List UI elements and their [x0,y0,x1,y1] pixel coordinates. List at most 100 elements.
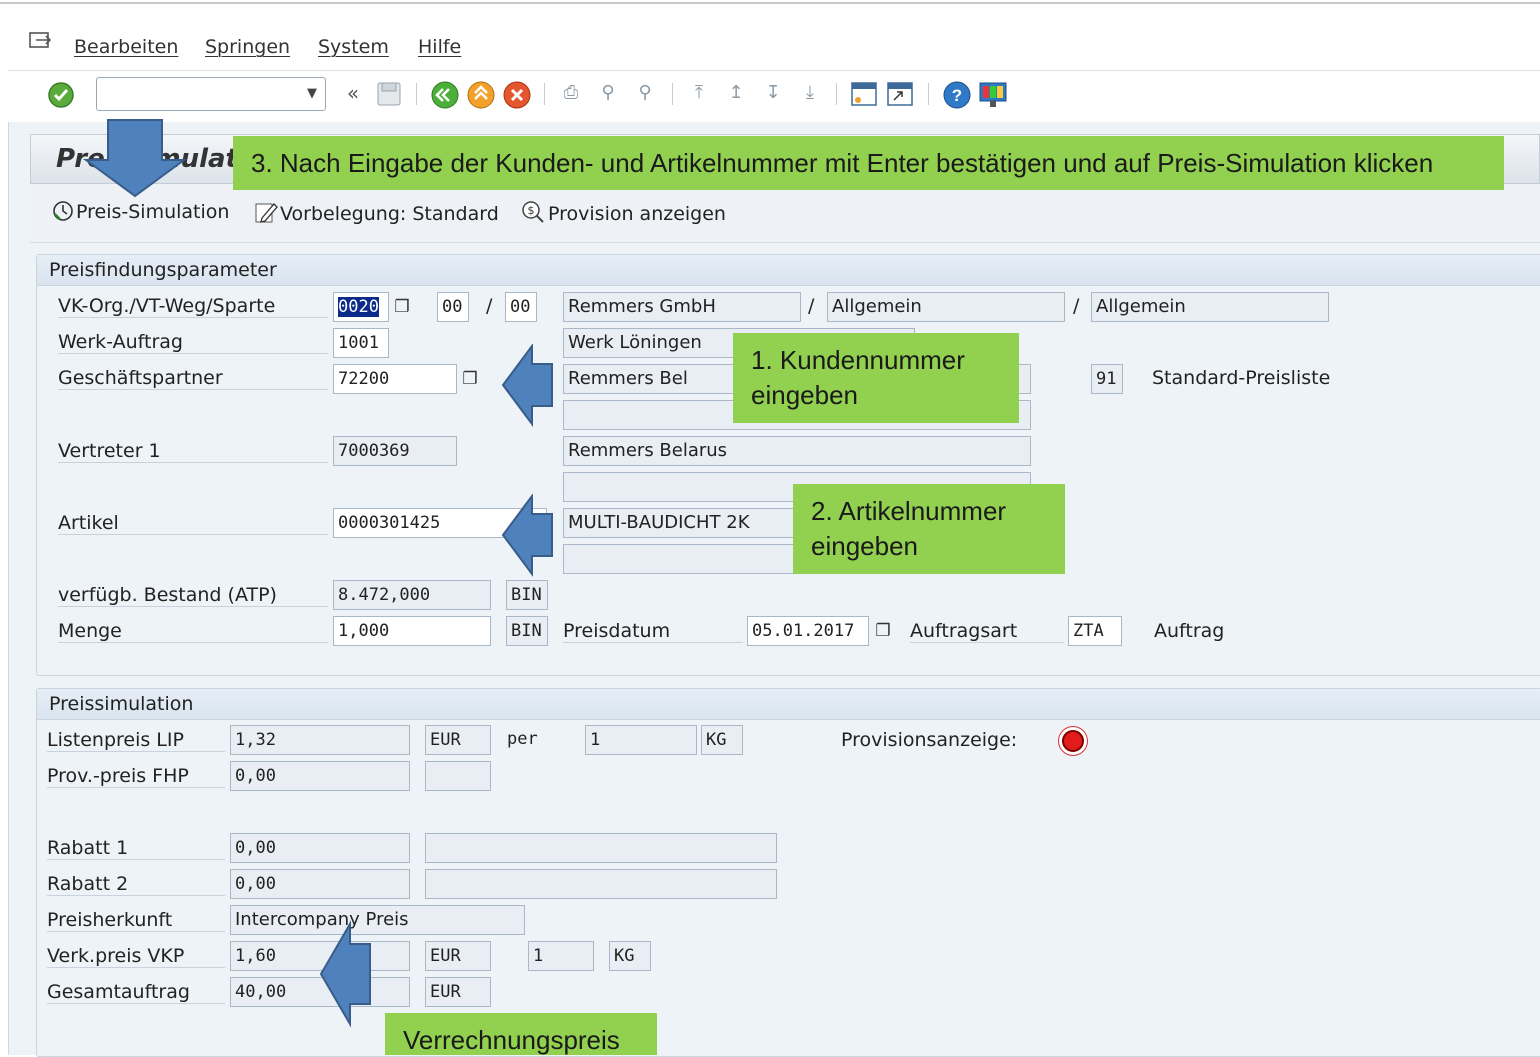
first-page-icon[interactable]: ⤒ [686,80,712,106]
menge-label: Menge [58,620,328,643]
gp-label: Geschäftspartner [58,367,328,390]
callout-step-3: 3. Nach Eingabe der Kunden- und Artikeln… [233,136,1504,190]
arrow-left-icon [501,494,553,578]
last-page-icon[interactable]: ⤓ [797,80,823,106]
fhp-field: 0,00 [230,761,410,791]
fhp-currency-field [425,761,491,791]
rabatt1-label: Rabatt 1 [47,837,225,860]
preis-simulation-label: Preis-Simulation [76,201,230,223]
help-icon[interactable]: ? [942,80,972,110]
next-page-icon[interactable]: ↧ [760,80,786,106]
vorbelegung-button[interactable]: Vorbelegung: Standard [254,200,499,225]
new-session-icon[interactable] [850,80,878,108]
vertreter-label: Vertreter 1 [58,440,328,463]
vkorg-label: VK-Org./VT-Weg/Sparte [58,295,328,318]
vertreter-text-field: Remmers Belarus [563,436,1031,466]
command-field[interactable]: ▼ [96,77,326,111]
herkunft-label: Preisherkunft [47,909,225,932]
vkorg-value: 0020 [338,297,379,317]
vkorg-field[interactable]: 0020 [333,292,389,322]
value-help-icon[interactable]: ❐ [390,294,414,320]
sparte-text-field: Allgemein [1091,292,1329,322]
vtweg-field[interactable]: 00 [437,292,469,322]
vkp-unit-field: KG [609,941,651,971]
group-title: Preissimulation [37,689,1540,720]
slash-separator: / [808,295,815,317]
toolbar-separator [544,83,545,105]
auftragsart-label: Auftragsart [910,620,1064,643]
menu-system[interactable]: System [318,36,389,58]
toolbar-separator [416,83,417,105]
artikel-label: Artikel [58,512,328,535]
toolbar-separator [836,83,837,105]
callout-verrechnungspreis: Verrechnungspreis [385,1013,657,1055]
provisionsanzeige-label: Provisionsanzeige: [841,729,1018,751]
window-top-border [0,2,1540,4]
print-icon[interactable]: ⎙ [558,80,584,106]
lip-label: Listenpreis LIP [47,729,225,752]
atp-label: verfügb. Bestand (ATP) [58,584,328,607]
gesamt-label: Gesamtauftrag [47,981,225,1004]
menu-hilfe[interactable]: Hilfe [418,36,461,58]
menge-unit-field: BIN [506,616,548,646]
vkp-quantity-field: 1 [528,941,594,971]
slash-separator: / [1073,295,1080,317]
arrow-left-icon [501,344,553,428]
prev-page-icon[interactable]: ↥ [723,80,749,106]
gesamt-currency-field: EUR [425,977,491,1007]
arrow-down-icon [82,119,188,198]
lip-currency-field: EUR [425,725,491,755]
slash-separator: / [486,295,493,317]
sparte-field[interactable]: 00 [505,292,537,322]
edit-document-icon [255,203,278,223]
provision-anzeigen-button[interactable]: $ Provision anzeigen [520,200,726,225]
preis-simulation-button[interactable]: Preis-Simulation [52,200,229,223]
calendar-help-icon[interactable]: ❐ [871,618,895,644]
vkp-currency-field: EUR [425,941,491,971]
toolbar-separator [672,83,673,105]
rabatt1-text-field [425,833,777,863]
arrow-left-icon [319,920,371,1028]
pricelist-field: 91 [1091,364,1123,394]
back-icon[interactable] [430,80,460,110]
svg-text:?: ? [952,86,962,105]
exit-icon[interactable] [466,80,496,110]
toolbar-separator [928,83,929,105]
rabatt2-field: 0,00 [230,869,410,899]
per-quantity-field: 1 [585,725,697,755]
werk-field[interactable]: 1001 [333,328,389,358]
auftragsart-field[interactable]: ZTA [1068,616,1122,646]
gp-field[interactable]: 72200 [333,364,457,394]
dropdown-arrow-icon[interactable]: ▼ [307,86,317,101]
vorbelegung-label: Vorbelegung: Standard [280,203,499,225]
menu-bearbeiten[interactable]: Bearbeiten [74,36,178,58]
execute-clock-icon [53,201,73,221]
value-help-icon[interactable]: ❐ [458,366,482,392]
vkp-label: Verk.preis VKP [47,945,225,968]
money-search-icon: $ [522,201,544,223]
back-double-icon[interactable]: « [340,80,366,106]
toolbar-divider [8,70,1540,71]
atp-field: 8.472,000 [333,580,491,610]
lip-field: 1,32 [230,725,410,755]
check-icon[interactable] [46,80,76,110]
red-status-led-icon [1062,730,1084,752]
cancel-icon[interactable] [502,80,532,110]
callout-step-2: 2. Artikelnummer eingeben [793,484,1065,574]
fhp-label: Prov.-preis FHP [47,765,225,788]
find-next-icon[interactable]: ⚲ [632,80,658,106]
menu-springen[interactable]: Springen [205,36,290,58]
save-icon[interactable] [376,80,402,108]
preisdatum-field[interactable]: 05.01.2017 [747,616,869,646]
find-icon[interactable]: ⚲ [595,80,621,106]
werk-label: Werk-Auftrag [58,331,328,354]
svg-text:$: $ [528,204,535,217]
shortcut-icon[interactable] [886,80,914,108]
pricelist-text: Standard-Preisliste [1152,367,1331,389]
menu-toggle-icon[interactable] [28,30,56,54]
herkunft-field: Intercompany Preis [230,905,525,935]
rabatt2-text-field [425,869,777,899]
per-label: per [507,729,538,749]
customize-icon[interactable] [978,80,1008,110]
menge-field[interactable]: 1,000 [333,616,491,646]
